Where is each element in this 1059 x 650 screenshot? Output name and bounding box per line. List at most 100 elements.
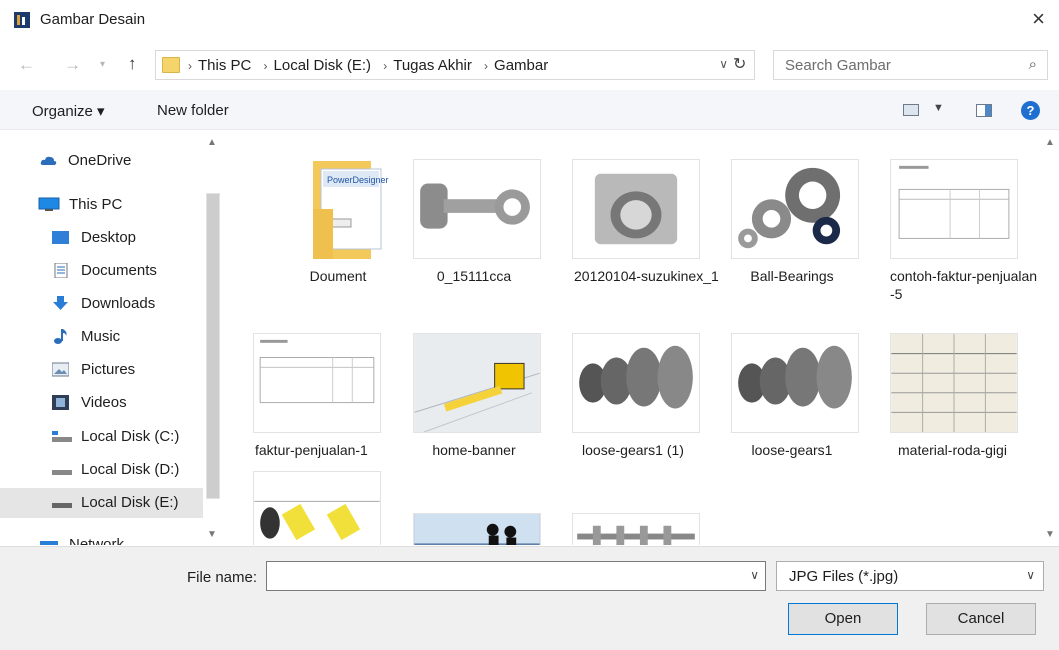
navigation-pane: OneDrive This PC Desktop Documents Downl… [0, 131, 224, 545]
refresh-icon[interactable]: ↻ [733, 54, 746, 74]
up-arrow-icon[interactable]: ↑ [128, 54, 137, 74]
help-icon[interactable]: ? [1021, 101, 1040, 120]
scroll-down-icon[interactable]: ▼ [1045, 529, 1055, 540]
connecting-rod-image-icon [413, 159, 541, 259]
gears-image-icon [731, 333, 859, 433]
sidebar-item-downloads[interactable]: Downloads [0, 289, 208, 319]
sidebar-item-network[interactable]: Network [0, 530, 208, 545]
sidebar-item-pictures[interactable]: Pictures [0, 355, 208, 385]
file-item[interactable]: Ball-Bearings [717, 151, 867, 311]
cancel-button[interactable]: Cancel [926, 603, 1036, 635]
file-name: faktur-penjualan-1 [255, 442, 368, 458]
search-placeholder: Search Gambar [785, 57, 891, 74]
tape-measure-image-icon [413, 333, 541, 433]
view-options-icon[interactable] [903, 104, 919, 116]
file-name: loose-gears1 [751, 442, 833, 458]
sidebar-item-label: Downloads [81, 295, 156, 312]
file-type-select[interactable]: JPG Files (*.jpg) ∨ [776, 561, 1044, 591]
sidebar-scrollbar[interactable]: ▲ ▼ [203, 131, 221, 545]
file-item[interactable]: 20120104-suzukinex_1 [558, 151, 719, 311]
computer-icon [38, 197, 60, 211]
scroll-up-icon[interactable]: ▲ [207, 137, 217, 148]
sidebar-item-local-disk-e[interactable]: Local Disk (E:) [0, 488, 208, 518]
file-name: 0_15111cca [436, 268, 512, 284]
file-item[interactable]: loose-gears1 (1) [558, 325, 708, 485]
business-handshake-image-icon [413, 513, 541, 545]
content-scrollbar[interactable]: ▲ ▼ [1041, 131, 1059, 545]
pictures-icon [52, 362, 69, 377]
engine-cylinder-image-icon [572, 159, 700, 259]
navigation-bar: ← → ▾ ↑ › This PC › Local Disk (E:) › Tugas… [0, 46, 1059, 82]
invoice-document-image-icon [253, 333, 381, 433]
music-icon [54, 329, 67, 344]
sidebar-item-documents[interactable]: Documents [0, 256, 208, 286]
sidebar-item-onedrive[interactable]: OneDrive [0, 146, 208, 176]
scroll-down-icon[interactable]: ▼ [207, 529, 217, 540]
organize-button[interactable]: Organize ▾ [32, 102, 105, 120]
scroll-up-icon[interactable]: ▲ [1045, 137, 1055, 148]
material-table-image-icon [890, 333, 1018, 433]
sidebar-item-label: Pictures [81, 361, 136, 378]
technical-drawing-image-icon [253, 471, 381, 545]
recent-locations-icon[interactable]: ▾ [100, 59, 105, 70]
forward-arrow-icon[interactable]: → [64, 55, 81, 75]
breadcrumb-gambar[interactable]: Gambar [494, 57, 548, 74]
title-bar: Gambar Desain × [0, 0, 1059, 40]
svg-text:PowerDesigner: PowerDesigner [327, 175, 389, 185]
file-type-value: JPG Files (*.jpg) [789, 568, 899, 585]
file-item[interactable]: PowerDesigner Doument [263, 151, 413, 311]
sidebar-item-label: This PC [69, 196, 123, 213]
file-open-dialog: Gambar Desain × ← → ▾ ↑ › This PC › Local … [0, 0, 1059, 650]
file-item[interactable]: faktur-penjualan-1 [239, 325, 389, 485]
file-name: Ball-Bearings [750, 268, 834, 284]
search-icon[interactable]: ⌕ [1029, 56, 1037, 73]
file-item[interactable]: loose-gears1 [717, 325, 867, 485]
file-item[interactable] [239, 463, 389, 545]
file-item[interactable] [399, 507, 549, 545]
dialog-footer: File name: ∨ JPG Files (*.jpg) ∨ Open Ca… [0, 546, 1059, 650]
close-icon[interactable]: × [1032, 6, 1045, 32]
sidebar-item-label: Network [69, 536, 125, 545]
desktop-icon [52, 231, 69, 244]
file-list: PowerDesigner Doument 0_15111cca 2012010… [227, 131, 1041, 545]
documents-icon [54, 263, 68, 278]
sidebar-item-label: Local Disk (E:) [81, 494, 179, 511]
sidebar-item-music[interactable]: Music [0, 322, 208, 352]
videos-icon [52, 395, 69, 410]
address-bar[interactable]: › This PC › Local Disk (E:) › Tugas Akhir ›… [155, 50, 755, 80]
chevron-down-icon[interactable]: ∨ [1026, 568, 1035, 582]
file-name: Doument [309, 268, 367, 284]
crankshaft-image-icon [572, 513, 700, 545]
breadcrumb-tugas-akhir[interactable]: Tugas Akhir [393, 57, 472, 74]
downloads-icon [53, 296, 68, 310]
breadcrumb-this-pc[interactable]: This PC [198, 57, 251, 74]
file-item[interactable]: contoh-faktur-penjualan-5 [876, 151, 1037, 311]
address-dropdown-icon[interactable]: ∨ [719, 57, 728, 71]
sidebar-item-local-disk-c[interactable]: Local Disk (C:) [0, 422, 208, 452]
file-item[interactable]: 0_15111cca [399, 151, 549, 311]
invoice-document-image-icon [890, 159, 1018, 259]
sidebar-item-this-pc[interactable]: This PC [0, 190, 208, 220]
sidebar-item-videos[interactable]: Videos [0, 388, 208, 418]
chevron-down-icon[interactable]: ∨ [750, 568, 759, 582]
search-box[interactable]: Search Gambar ⌕ [773, 50, 1048, 80]
breadcrumb-local-disk-e[interactable]: Local Disk (E:) [274, 57, 372, 74]
back-arrow-icon[interactable]: ← [18, 55, 35, 75]
file-name: material-roda-gigi [898, 442, 1007, 458]
file-item[interactable]: home-banner [399, 325, 549, 485]
view-dropdown-icon[interactable]: ▼ [933, 102, 944, 114]
network-icon [40, 541, 58, 545]
gears-image-icon [572, 333, 700, 433]
new-folder-button[interactable]: New folder [157, 102, 229, 119]
scrollbar-thumb[interactable] [206, 193, 220, 499]
ball-bearings-image-icon [731, 159, 859, 259]
file-item[interactable] [558, 505, 708, 545]
sidebar-item-local-disk-d[interactable]: Local Disk (D:) [0, 455, 208, 485]
file-name-field[interactable]: ∨ [266, 561, 766, 591]
file-item[interactable]: material-roda-gigi [876, 325, 1026, 485]
drive-icon [52, 503, 72, 508]
preview-pane-icon[interactable] [976, 104, 992, 117]
sidebar-item-desktop[interactable]: Desktop [0, 223, 208, 253]
open-button[interactable]: Open [788, 603, 898, 635]
file-name-label: File name: [187, 569, 258, 586]
